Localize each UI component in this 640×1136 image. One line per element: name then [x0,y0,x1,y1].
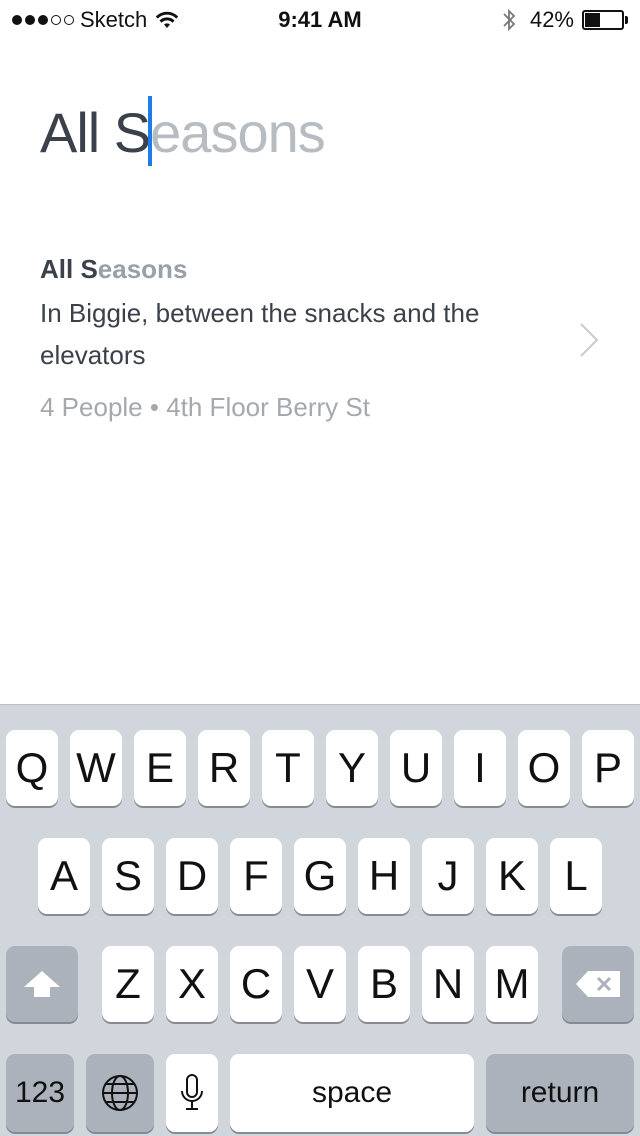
microphone-icon [181,1074,203,1110]
key-letter[interactable]: E [134,730,186,806]
key-letter[interactable]: G [294,838,346,914]
return-key[interactable]: return [486,1054,634,1132]
key-letter[interactable]: N [422,946,474,1022]
key-letter[interactable]: S [102,838,154,914]
battery-icon [582,10,628,30]
delete-icon [576,971,620,997]
key-letter[interactable]: Z [102,946,154,1022]
text-caret [148,96,153,166]
key-letter[interactable]: C [230,946,282,1022]
keyboard: 123 space return QWERTYUIOP ASDFGHJKL ZXCV… [0,704,640,1136]
shift-icon [24,971,60,997]
globe-icon [102,1075,138,1111]
search-result-item[interactable]: All Seasons In Biggie, between the snack… [40,250,600,430]
key-letter[interactable]: T [262,730,314,806]
key-letter[interactable]: O [518,730,570,806]
battery-percentage: 42% [529,7,574,32]
key-letter[interactable]: X [166,946,218,1022]
key-letter[interactable]: M [486,946,538,1022]
shift-key[interactable] [6,946,78,1022]
key-letter[interactable]: K [486,838,538,914]
key-letter[interactable]: U [390,730,442,806]
key-letter[interactable]: Y [326,730,378,806]
chevron-right-icon [580,323,599,357]
result-title-rest: easons [97,254,188,284]
key-letter[interactable]: V [294,946,346,1022]
key-letter[interactable]: I [454,730,506,806]
bluetooth-icon [503,8,516,32]
key-letter[interactable]: J [422,838,474,914]
status-bar: Sketch 9:41 AM 42% [0,0,640,40]
key-letter[interactable]: L [550,838,602,914]
key-letter[interactable]: R [198,730,250,806]
key-letter[interactable]: B [358,946,410,1022]
dictation-key[interactable] [166,1054,218,1132]
key-letter[interactable]: D [166,838,218,914]
delete-key[interactable] [562,946,634,1022]
result-description: In Biggie, between the snacks and the el… [40,298,480,370]
result-title: All Seasons [40,250,600,288]
search-typed-text: All S [40,101,151,164]
key-letter[interactable]: F [230,838,282,914]
key-letter[interactable]: H [358,838,410,914]
numbers-key[interactable]: 123 [6,1054,74,1132]
search-autocomplete-text: easons [150,101,326,164]
key-letter[interactable]: W [70,730,122,806]
key-letter[interactable]: A [38,838,90,914]
result-meta: 4 People • 4th Floor Berry St [40,392,370,422]
key-letter[interactable]: P [582,730,634,806]
key-letter[interactable]: Q [6,730,58,806]
globe-key[interactable] [86,1054,154,1132]
space-key[interactable]: space [230,1054,474,1132]
result-title-match: All S [40,254,98,284]
search-field[interactable]: All Seasons [40,96,600,172]
